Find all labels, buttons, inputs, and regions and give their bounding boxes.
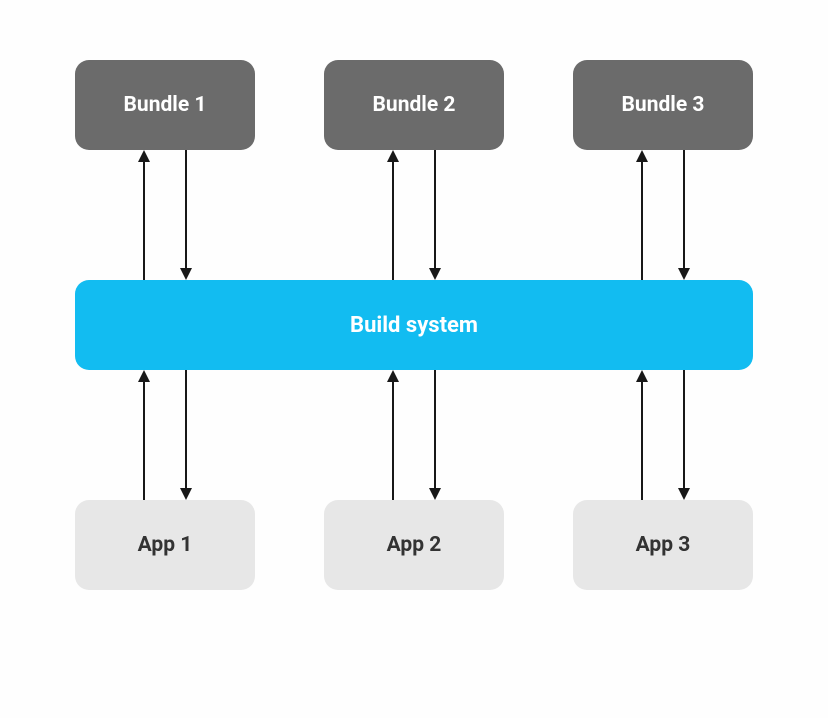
arrows-top-row: [75, 150, 753, 280]
app-box-2: App 2: [324, 500, 504, 590]
arrow-up-icon: [392, 370, 394, 500]
bundle-box-1: Bundle 1: [75, 60, 255, 150]
arrow-up-icon: [392, 150, 394, 280]
arrow-up-icon: [143, 150, 145, 280]
arrow-up-icon: [641, 370, 643, 500]
app-box-3: App 3: [573, 500, 753, 590]
arrow-down-icon: [683, 150, 685, 280]
bundle-box-2: Bundle 2: [324, 60, 504, 150]
app-label: App 1: [138, 533, 193, 557]
bundle-row: Bundle 1 Bundle 2 Bundle 3: [75, 60, 753, 150]
arrow-down-icon: [185, 150, 187, 280]
arrow-down-icon: [185, 370, 187, 500]
arrow-pair: [324, 370, 504, 500]
build-system-box: Build system: [75, 280, 753, 370]
bundle-label: Bundle 2: [373, 93, 456, 117]
build-system-label: Build system: [350, 313, 478, 338]
arrow-up-icon: [143, 370, 145, 500]
arrow-pair: [573, 150, 753, 280]
arrow-pair: [324, 150, 504, 280]
app-box-1: App 1: [75, 500, 255, 590]
bundle-box-3: Bundle 3: [573, 60, 753, 150]
arrow-down-icon: [434, 370, 436, 500]
arrow-up-icon: [641, 150, 643, 280]
bundle-label: Bundle 1: [124, 93, 207, 117]
app-label: App 3: [636, 533, 691, 557]
bundle-label: Bundle 3: [622, 93, 705, 117]
arrow-down-icon: [683, 370, 685, 500]
arrows-bottom-row: [75, 370, 753, 500]
arrow-pair: [75, 370, 255, 500]
arrow-pair: [573, 370, 753, 500]
app-row: App 1 App 2 App 3: [75, 500, 753, 590]
app-label: App 2: [387, 533, 442, 557]
arrow-pair: [75, 150, 255, 280]
arrow-down-icon: [434, 150, 436, 280]
